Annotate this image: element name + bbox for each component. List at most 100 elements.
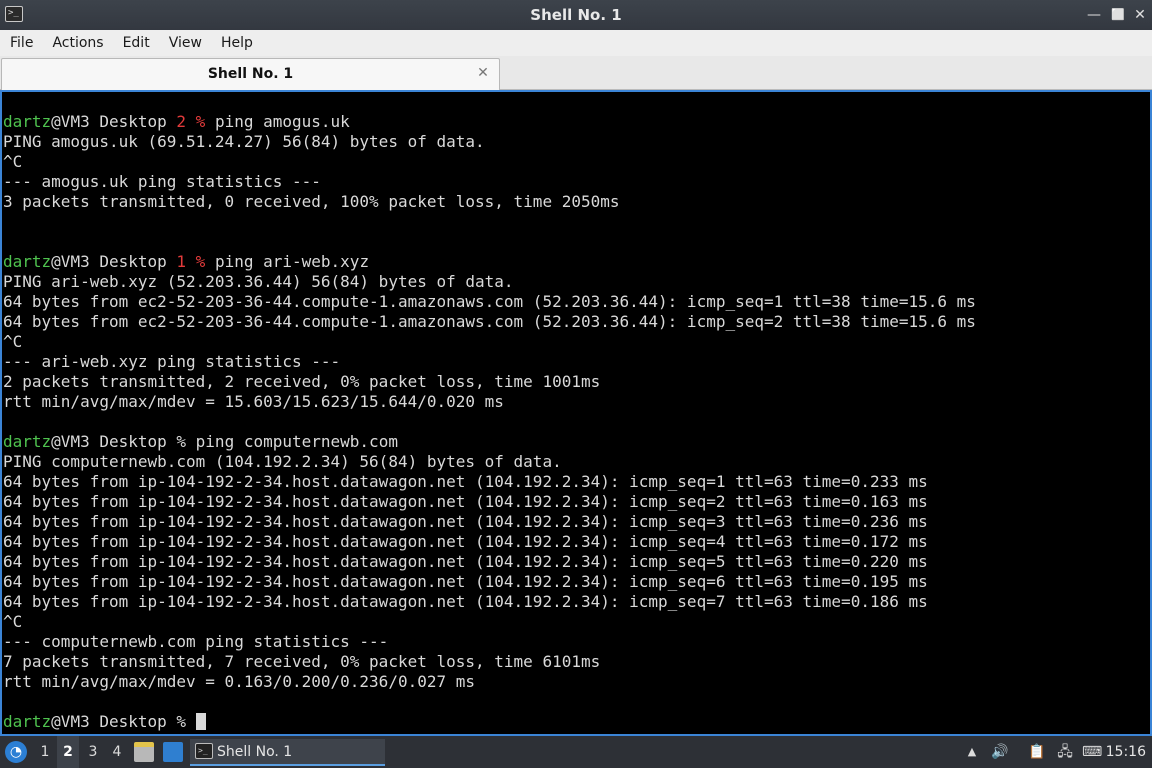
prompt-user: dartz xyxy=(3,112,52,131)
terminal-text: 64 bytes from ip-104-192-2-34.host.dataw… xyxy=(3,552,928,571)
terminal-line: rtt min/avg/max/mdev = 0.163/0.200/0.236… xyxy=(2,672,1150,692)
maximize-button[interactable]: ⬜ xyxy=(1108,5,1128,25)
terminal-line: ^C xyxy=(2,612,1150,632)
taskbar-window-label: Shell No. 1 xyxy=(217,744,293,760)
terminal-line: 64 bytes from ip-104-192-2-34.host.dataw… xyxy=(2,532,1150,552)
menu-bar: File Actions Edit View Help xyxy=(0,30,1152,56)
terminal-line: ^C xyxy=(2,152,1150,172)
terminal-text: 64 bytes from ip-104-192-2-34.host.dataw… xyxy=(3,512,928,531)
terminal-line: --- computernewb.com ping statistics --- xyxy=(2,632,1150,652)
keyboard-icon[interactable]: ⌨ xyxy=(1082,742,1102,762)
terminal-text: ^C xyxy=(3,332,23,351)
terminal-line: --- ari-web.xyz ping statistics --- xyxy=(2,352,1150,372)
terminal-text: PING amogus.uk (69.51.24.27) 56(84) byte… xyxy=(3,132,485,151)
menu-help[interactable]: Help xyxy=(211,30,262,56)
terminal-text: PING ari-web.xyz (52.203.36.44) 56(84) b… xyxy=(3,272,514,291)
terminal-line: PING ari-web.xyz (52.203.36.44) 56(84) b… xyxy=(2,272,1150,292)
terminal-text: @VM3 Desktop % xyxy=(51,712,196,731)
workspace-3[interactable]: 3 xyxy=(82,736,104,768)
menu-edit[interactable]: Edit xyxy=(113,30,159,56)
terminal-text: 64 bytes from ec2-52-203-36-44.compute-1… xyxy=(3,312,976,331)
terminal-text: --- amogus.uk ping statistics --- xyxy=(3,172,321,191)
terminal-text: 2 packets transmitted, 2 received, 0% pa… xyxy=(3,372,601,391)
terminal-line: 64 bytes from ip-104-192-2-34.host.dataw… xyxy=(2,592,1150,612)
clipboard-icon[interactable]: 📋 xyxy=(1027,742,1047,762)
terminal-line: dartz@VM3 Desktop 1 % ping ari-web.xyz xyxy=(2,252,1150,272)
terminal-text: 64 bytes from ip-104-192-2-34.host.dataw… xyxy=(3,492,928,511)
terminal-text: 3 packets transmitted, 0 received, 100% … xyxy=(3,192,620,211)
terminal-line: ^C xyxy=(2,332,1150,352)
terminal-line: dartz@VM3 Desktop % ping computernewb.co… xyxy=(2,432,1150,452)
terminal-line: dartz@VM3 Desktop % xyxy=(2,712,1150,732)
terminal-text: ping amogus.uk xyxy=(205,112,350,131)
terminal-icon: >_ xyxy=(195,743,213,759)
prompt-user: dartz xyxy=(3,432,52,451)
terminal-text: @VM3 Desktop xyxy=(51,252,177,271)
terminal-text: ping ari-web.xyz xyxy=(205,252,370,271)
terminal-text: @VM3 Desktop xyxy=(51,112,177,131)
terminal-text: ^C xyxy=(3,612,23,631)
terminal-line: 64 bytes from ip-104-192-2-34.host.dataw… xyxy=(2,492,1150,512)
network-icon[interactable]: 🖧 xyxy=(1055,742,1075,762)
terminal-line: 7 packets transmitted, 7 received, 0% pa… xyxy=(2,652,1150,672)
terminal-line: 64 bytes from ip-104-192-2-34.host.dataw… xyxy=(2,472,1150,492)
prompt-status: 1 % xyxy=(176,252,206,271)
terminal-line: 64 bytes from ip-104-192-2-34.host.dataw… xyxy=(2,512,1150,532)
taskbar-window-button[interactable]: >_ Shell No. 1 xyxy=(190,739,385,766)
terminal-cursor xyxy=(195,713,206,730)
tray-expand-icon[interactable]: ▲ xyxy=(962,742,982,762)
tab-shell-1[interactable]: Shell No. 1 ✕ xyxy=(1,58,500,90)
tab-label: Shell No. 1 xyxy=(207,66,294,82)
window-title: Shell No. 1 xyxy=(530,6,622,24)
terminal-text: 64 bytes from ip-104-192-2-34.host.dataw… xyxy=(3,472,928,491)
terminal-line: --- amogus.uk ping statistics --- xyxy=(2,172,1150,192)
minimize-button[interactable]: — xyxy=(1084,5,1104,25)
terminal-output[interactable]: dartz@VM3 Desktop 2 % ping amogus.uk PING… xyxy=(0,90,1152,736)
terminal-line: 64 bytes from ec2-52-203-36-44.compute-1… xyxy=(2,312,1150,332)
terminal-line: 64 bytes from ec2-52-203-36-44.compute-1… xyxy=(2,292,1150,312)
terminal-text: rtt min/avg/max/mdev = 15.603/15.623/15.… xyxy=(3,392,504,411)
prompt-user: dartz xyxy=(3,252,52,271)
terminal-line: PING amogus.uk (69.51.24.27) 56(84) byte… xyxy=(2,132,1150,152)
menu-file[interactable]: File xyxy=(0,30,42,56)
tab-bar: Shell No. 1 ✕ xyxy=(0,56,1152,90)
clock[interactable]: 15:16 xyxy=(1106,736,1146,768)
terminal-line: 64 bytes from ip-104-192-2-34.host.dataw… xyxy=(2,572,1150,592)
file-manager-icon[interactable] xyxy=(134,742,154,762)
window-titlebar[interactable]: >_ Shell No. 1 — ⬜ ✕ xyxy=(0,0,1152,30)
terminal-line: 2 packets transmitted, 2 received, 0% pa… xyxy=(2,372,1150,392)
terminal-line: rtt min/avg/max/mdev = 15.603/15.623/15.… xyxy=(2,392,1150,412)
menu-actions[interactable]: Actions xyxy=(42,30,112,56)
terminal-text: 64 bytes from ip-104-192-2-34.host.dataw… xyxy=(3,572,928,591)
start-menu-icon[interactable]: ◔ xyxy=(5,741,27,763)
close-button[interactable]: ✕ xyxy=(1130,5,1150,25)
terminal-text: 7 packets transmitted, 7 received, 0% pa… xyxy=(3,652,601,671)
volume-icon[interactable]: 🔊 xyxy=(990,742,1010,762)
workspace-4[interactable]: 4 xyxy=(106,736,128,768)
taskbar: ◔ 1 2 3 4 >_ Shell No. 1 ▲ 🔊 📋 🖧 ⌨ 15:16 xyxy=(0,736,1152,768)
terminal-text: rtt min/avg/max/mdev = 0.163/0.200/0.236… xyxy=(3,672,476,691)
show-desktop-icon[interactable] xyxy=(163,742,183,762)
menu-view[interactable]: View xyxy=(159,30,211,56)
terminal-line: PING computernewb.com (104.192.2.34) 56(… xyxy=(2,452,1150,472)
terminal-text: PING computernewb.com (104.192.2.34) 56(… xyxy=(3,452,562,471)
terminal-text: 64 bytes from ip-104-192-2-34.host.dataw… xyxy=(3,592,928,611)
terminal-text: 64 bytes from ec2-52-203-36-44.compute-1… xyxy=(3,292,976,311)
workspace-2[interactable]: 2 xyxy=(57,736,79,768)
tab-close-icon[interactable]: ✕ xyxy=(475,65,491,81)
terminal-line: dartz@VM3 Desktop 2 % ping amogus.uk xyxy=(2,112,1150,132)
terminal-text: --- ari-web.xyz ping statistics --- xyxy=(3,352,341,371)
terminal-line: 64 bytes from ip-104-192-2-34.host.dataw… xyxy=(2,552,1150,572)
workspace-1[interactable]: 1 xyxy=(34,736,56,768)
terminal-line: 3 packets transmitted, 0 received, 100% … xyxy=(2,192,1150,212)
terminal-text: ^C xyxy=(3,152,23,171)
prompt-user: dartz xyxy=(3,712,52,731)
terminal-text: 64 bytes from ip-104-192-2-34.host.dataw… xyxy=(3,532,928,551)
terminal-text: @VM3 Desktop % ping computernewb.com xyxy=(51,432,398,451)
terminal-text: --- computernewb.com ping statistics --- xyxy=(3,632,389,651)
prompt-status: 2 % xyxy=(176,112,206,131)
